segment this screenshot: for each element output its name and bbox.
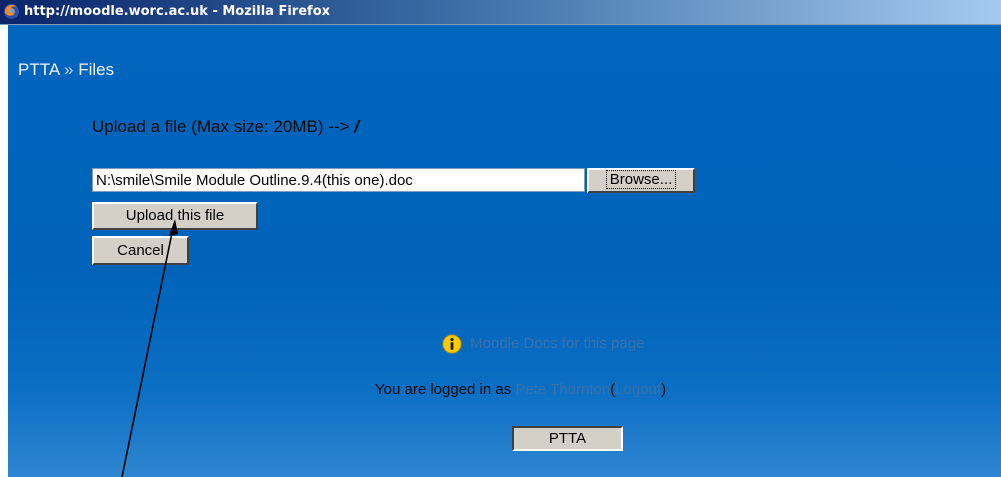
moodle-docs-link[interactable]: Moodle Docs for this page [442, 333, 644, 355]
browse-button[interactable]: Browse... [587, 168, 695, 193]
logged-in-text: You are logged in as [375, 381, 512, 398]
cancel-button[interactable]: Cancel [92, 236, 189, 265]
browse-button-label: Browse... [605, 170, 677, 189]
logout-paren-close: ) [661, 381, 667, 398]
login-info: You are logged in as Pete Thornton(Logou… [375, 381, 666, 398]
firefox-icon [4, 4, 19, 19]
upload-heading: Upload a file (Max size: 20MB) --> / [92, 117, 359, 137]
upload-heading-text: Upload a file (Max size: 20MB) --> [92, 117, 350, 136]
breadcrumb-course-link[interactable]: PTTA [18, 60, 59, 79]
window-titlebar[interactable]: http://moodle.worc.ac.uk - Mozilla Firef… [0, 0, 1001, 25]
page-content: PTTA » Files Upload a file (Max size: 20… [8, 25, 1001, 477]
window-title: http://moodle.worc.ac.uk - Mozilla Firef… [24, 4, 331, 19]
file-path-input[interactable] [92, 168, 585, 192]
logout-link[interactable]: Logout [615, 381, 661, 398]
info-icon [442, 334, 462, 354]
course-home-button[interactable]: PTTA [512, 426, 623, 451]
breadcrumb: PTTA » Files [18, 60, 114, 80]
breadcrumb-current: Files [78, 60, 115, 79]
moodle-docs-label: Moodle Docs for this page [470, 335, 645, 352]
breadcrumb-separator: » [63, 60, 74, 79]
upload-path-indicator: / [354, 117, 359, 136]
user-profile-link[interactable]: Pete Thornton [515, 381, 610, 398]
browser-window: http://moodle.worc.ac.uk - Mozilla Firef… [0, 0, 1001, 477]
upload-file-button[interactable]: Upload this file [92, 202, 258, 230]
